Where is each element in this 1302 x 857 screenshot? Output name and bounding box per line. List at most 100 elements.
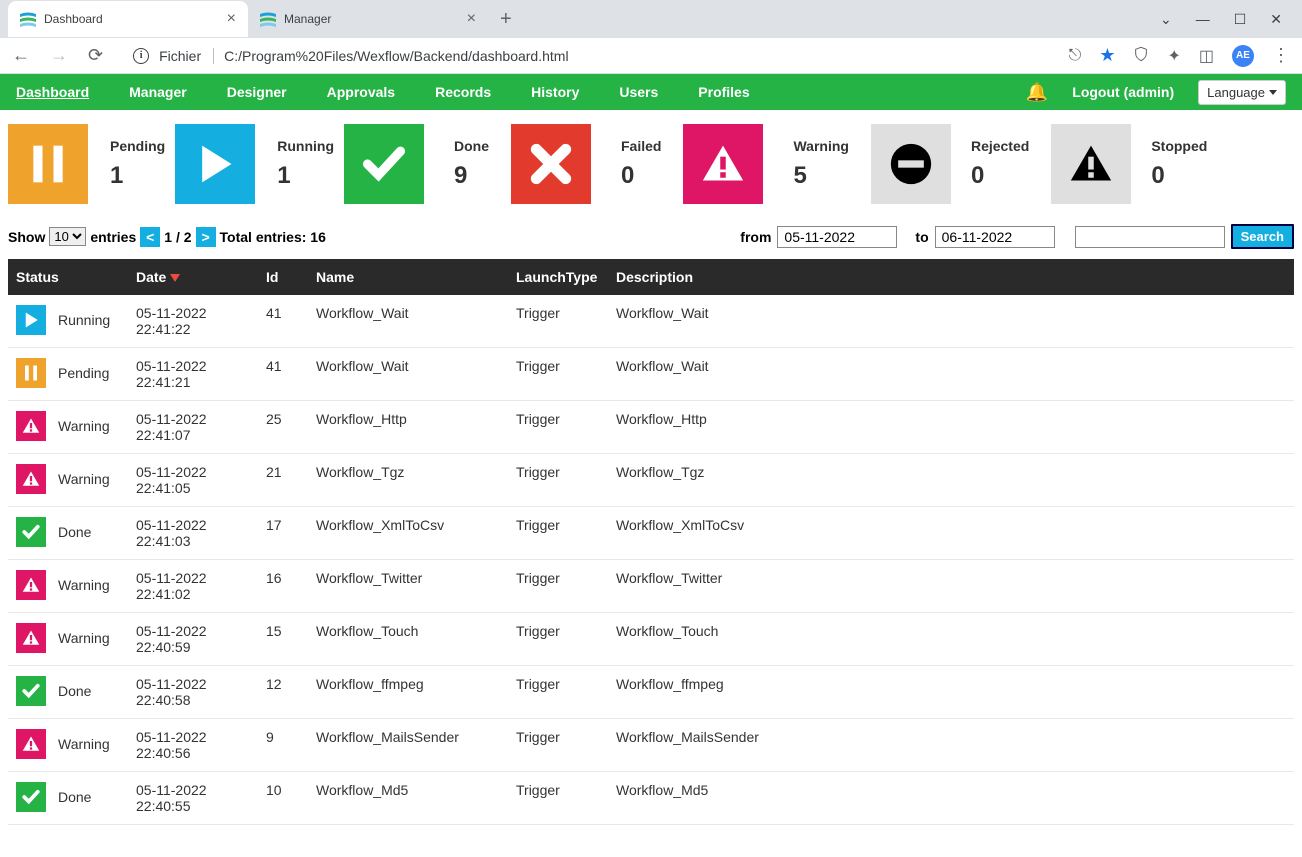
url-scheme-label: Fichier xyxy=(159,48,214,64)
from-date-input[interactable] xyxy=(777,226,897,248)
caret-down-icon[interactable]: ⌄ xyxy=(1160,11,1172,28)
browser-tab-active[interactable]: Dashboard × xyxy=(8,1,248,37)
table-row[interactable]: Done05-11-202222:40:5510Workflow_Md5Trig… xyxy=(8,772,1294,825)
table-row[interactable]: Warning05-11-202222:41:0725Workflow_Http… xyxy=(8,401,1294,454)
new-tab-button[interactable]: + xyxy=(500,8,512,31)
favicon-icon xyxy=(260,11,276,27)
share-icon[interactable]: ⎋ xyxy=(1069,47,1082,65)
cell-description: Workflow_MailsSender xyxy=(608,719,1294,772)
cell-id: 9 xyxy=(258,719,308,772)
close-tab-icon[interactable]: × xyxy=(467,10,476,28)
to-label: to xyxy=(915,229,928,245)
prev-page-button[interactable]: < xyxy=(140,227,160,247)
cell-launchtype: Trigger xyxy=(508,454,608,507)
table-row[interactable]: Warning05-11-202222:41:0216Workflow_Twit… xyxy=(8,560,1294,613)
stat-label: Done xyxy=(454,138,489,154)
col-date[interactable]: Date xyxy=(128,259,258,295)
cell-launchtype: Trigger xyxy=(508,507,608,560)
next-page-button[interactable]: > xyxy=(196,227,216,247)
cell-name: Workflow_Twitter xyxy=(308,560,508,613)
profile-avatar[interactable]: AE xyxy=(1232,45,1254,67)
table-row[interactable]: Warning05-11-202222:41:0521Workflow_TgzT… xyxy=(8,454,1294,507)
cell-launchtype: Trigger xyxy=(508,401,608,454)
cell-id: 12 xyxy=(258,666,308,719)
site-info-icon[interactable]: i xyxy=(133,48,149,64)
nav-item-users[interactable]: Users xyxy=(619,84,658,100)
back-button[interactable]: ← xyxy=(12,45,30,66)
entries-select[interactable]: 10 xyxy=(49,227,86,246)
language-button[interactable]: Language xyxy=(1198,80,1286,105)
cell-date: 05-11-202222:40:58 xyxy=(128,666,258,719)
search-button[interactable]: Search xyxy=(1231,224,1294,249)
notifications-bell-icon[interactable]: 🔔 xyxy=(1026,82,1048,103)
nav-item-manager[interactable]: Manager xyxy=(129,84,187,100)
table-row[interactable]: Done05-11-202222:41:0317Workflow_XmlToCs… xyxy=(8,507,1294,560)
browser-chrome: Dashboard × Manager × + ⌄ — ☐ ✕ ← → ⟳ i … xyxy=(0,0,1302,74)
nav-item-records[interactable]: Records xyxy=(435,84,491,100)
tab-bar: Dashboard × Manager × + ⌄ — ☐ ✕ xyxy=(0,0,1302,38)
stat-label: Running xyxy=(277,138,334,154)
sidepanel-icon[interactable]: ◫ xyxy=(1199,46,1214,66)
cell-description: Workflow_ffmpeg xyxy=(608,666,1294,719)
status-text: Warning xyxy=(58,418,110,434)
stat-value: 1 xyxy=(277,162,334,190)
from-label: from xyxy=(740,229,771,245)
cell-launchtype: Trigger xyxy=(508,719,608,772)
minimize-icon[interactable]: — xyxy=(1196,11,1210,28)
to-date-input[interactable] xyxy=(935,226,1055,248)
play-icon xyxy=(175,124,255,204)
entries-label: entries xyxy=(90,229,136,245)
nav-item-history[interactable]: History xyxy=(531,84,579,100)
col-name[interactable]: Name xyxy=(308,259,508,295)
stat-value: 0 xyxy=(621,162,661,190)
nav-item-designer[interactable]: Designer xyxy=(227,84,287,100)
address-bar: ← → ⟳ i Fichier C:/Program%20Files/Wexfl… xyxy=(0,38,1302,74)
cell-description: Workflow_XmlToCsv xyxy=(608,507,1294,560)
cell-date: 05-11-202222:41:21 xyxy=(128,348,258,401)
col-status[interactable]: Status xyxy=(8,259,128,295)
stats-row: Pending1 Running1 Done9 Failed0 Warning5… xyxy=(0,110,1302,218)
cell-launchtype: Trigger xyxy=(508,560,608,613)
cell-id: 10 xyxy=(258,772,308,825)
table-row[interactable]: Warning05-11-202222:40:5915Workflow_Touc… xyxy=(8,613,1294,666)
extensions-icon[interactable]: ✦ xyxy=(1167,46,1180,66)
cell-description: Workflow_Twitter xyxy=(608,560,1294,613)
warn-icon xyxy=(16,729,46,759)
cell-date: 05-11-202222:40:59 xyxy=(128,613,258,666)
cell-name: Workflow_Touch xyxy=(308,613,508,666)
logout-link[interactable]: Logout (admin) xyxy=(1072,84,1174,100)
nav-item-profiles[interactable]: Profiles xyxy=(698,84,749,100)
nav-item-approvals[interactable]: Approvals xyxy=(327,84,395,100)
bookmark-star-icon[interactable]: ★ xyxy=(1099,45,1115,66)
col-description[interactable]: Description xyxy=(608,259,1294,295)
close-window-icon[interactable]: ✕ xyxy=(1270,11,1282,28)
reload-button[interactable]: ⟳ xyxy=(88,45,103,66)
url-bar[interactable]: i Fichier C:/Program%20Files/Wexflow/Bac… xyxy=(119,42,1053,70)
close-tab-icon[interactable]: × xyxy=(227,10,236,28)
cell-name: Workflow_Wait xyxy=(308,348,508,401)
table-row[interactable]: Warning05-11-202222:40:569Workflow_Mails… xyxy=(8,719,1294,772)
table-row[interactable]: Running05-11-202222:41:2241Workflow_Wait… xyxy=(8,295,1294,348)
stat-value: 5 xyxy=(793,162,848,190)
maximize-icon[interactable]: ☐ xyxy=(1234,11,1247,28)
cell-description: Workflow_Wait xyxy=(608,348,1294,401)
nav-item-dashboard[interactable]: Dashboard xyxy=(16,84,89,100)
stat-done-check xyxy=(344,124,424,204)
pause-icon xyxy=(8,124,88,204)
page-total: 2 xyxy=(184,229,192,245)
table-row[interactable]: Done05-11-202222:40:5812Workflow_ffmpegT… xyxy=(8,666,1294,719)
warning-black-icon xyxy=(1051,124,1131,204)
table-row[interactable]: Pending05-11-202222:41:2141Workflow_Wait… xyxy=(8,348,1294,401)
cell-id: 21 xyxy=(258,454,308,507)
cell-id: 41 xyxy=(258,295,308,348)
search-input[interactable] xyxy=(1075,226,1225,248)
browser-tab-inactive[interactable]: Manager × xyxy=(248,1,488,37)
menu-dots-icon[interactable]: ⋮ xyxy=(1272,45,1290,66)
controls-row: Show 10 entries < 1 / 2 > Total entries:… xyxy=(0,218,1302,255)
shield-icon[interactable] xyxy=(1133,46,1149,65)
forward-button[interactable]: → xyxy=(50,45,68,66)
tab-title: Dashboard xyxy=(44,12,103,26)
col-launchtype[interactable]: LaunchType xyxy=(508,259,608,295)
stat-label: Stopped xyxy=(1151,138,1207,154)
col-id[interactable]: Id xyxy=(258,259,308,295)
